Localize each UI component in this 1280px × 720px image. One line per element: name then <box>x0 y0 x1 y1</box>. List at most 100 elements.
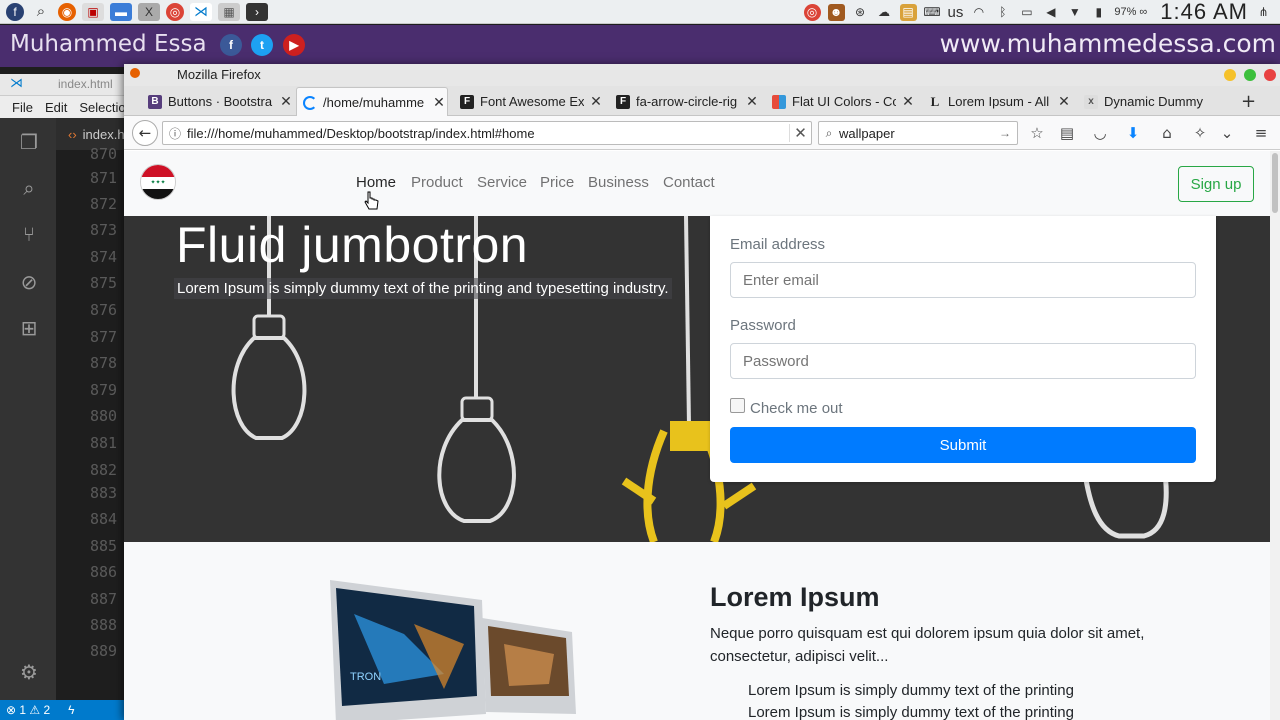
source-control-icon[interactable]: ⑂ <box>16 222 42 248</box>
battery-icon[interactable]: ▮ <box>1090 4 1107 21</box>
cloud-tray-icon[interactable]: ☁ <box>876 4 893 21</box>
nav-business[interactable]: Business <box>588 174 649 191</box>
close-icon[interactable]: ✕ <box>900 93 916 110</box>
search-icon[interactable]: ⌕ <box>30 3 52 21</box>
chevron-down-icon[interactable]: ⌄ <box>1217 124 1237 144</box>
firefox-launcher-icon[interactable]: ◉ <box>58 2 76 21</box>
clock[interactable]: 1:46 AM <box>1160 0 1248 25</box>
line-number: 877 <box>90 328 118 346</box>
scrollbar-thumb[interactable] <box>1272 153 1278 213</box>
media-player-icon[interactable]: ▣ <box>82 2 104 21</box>
close-button[interactable] <box>1264 69 1276 81</box>
nav-service[interactable]: Service <box>477 174 527 191</box>
stop-icon[interactable]: ✕ <box>789 124 811 142</box>
volume-icon[interactable]: ◀ <box>1042 4 1059 21</box>
line-number: 871 <box>90 169 118 187</box>
check-me-out-checkbox[interactable] <box>730 398 745 413</box>
tab-fa-arrow[interactable]: F fa-arrow-circle-rig ✕ <box>610 87 760 116</box>
lorem-favicon-icon: L <box>930 93 940 109</box>
minimize-button[interactable] <box>1224 69 1236 81</box>
clipboard-icon[interactable]: ▭ <box>1018 4 1035 21</box>
update-tray-icon[interactable]: ⊛ <box>852 4 869 21</box>
package-tray-icon[interactable]: ▤ <box>899 3 917 21</box>
tab-bootstrap-buttons[interactable]: B Buttons · Bootstra ✕ <box>142 87 294 116</box>
submit-button[interactable]: Submit <box>730 427 1196 463</box>
vscode-window-title: index.html <box>58 77 113 91</box>
search-icon: ⌕ <box>825 125 833 140</box>
chevron-down-icon[interactable]: ▼ <box>1066 4 1083 21</box>
explorer-icon[interactable]: ❐ <box>16 130 42 156</box>
check-me-out-label[interactable]: Check me out <box>750 400 843 417</box>
close-icon[interactable]: ✕ <box>431 94 447 111</box>
fedora-icon[interactable]: f <box>6 2 24 21</box>
home-icon[interactable]: ⌂ <box>1157 124 1177 144</box>
page-scrollbar[interactable] <box>1270 151 1280 720</box>
url-text[interactable]: file:///home/muhammed/Desktop/bootstrap/… <box>187 126 789 141</box>
tab-font-awesome[interactable]: F Font Awesome Ex ✕ <box>454 87 604 116</box>
site-navbar: ✦✦✦ Home Product Service Price Business … <box>124 151 1270 216</box>
power-icon[interactable]: ⋔ <box>1255 4 1272 21</box>
sign-up-button[interactable]: Sign up <box>1178 166 1254 202</box>
files-icon[interactable]: ▬ <box>110 2 132 21</box>
nav-home[interactable]: Home <box>356 174 396 191</box>
battery-percent: 97% ∞ <box>1114 6 1148 18</box>
info-icon[interactable]: ⓘ <box>163 125 187 142</box>
bluetooth-icon[interactable]: ᛒ <box>994 4 1011 21</box>
url-bar[interactable]: ⓘ file:///home/muhammed/Desktop/bootstra… <box>162 121 812 145</box>
search-icon[interactable]: ⌕ <box>16 176 42 202</box>
tab-lorem-ipsum[interactable]: L Lorem Ipsum - All ✕ <box>922 87 1072 116</box>
search-bar[interactable]: ⌕ wallpaper → <box>818 121 1018 145</box>
line-number: 882 <box>90 461 118 479</box>
debug-icon[interactable]: ⊘ <box>16 270 42 296</box>
download-icon[interactable]: ⬇ <box>1123 124 1143 144</box>
tab-flat-ui-colors[interactable]: Flat UI Colors - Col ✕ <box>766 87 916 116</box>
chrome-tray-icon[interactable]: ◎ <box>803 3 821 21</box>
new-tab-button[interactable]: + <box>1241 91 1256 112</box>
hamburger-menu-icon[interactable]: ≡ <box>1251 124 1271 144</box>
keyboard-layout[interactable]: us <box>948 4 964 21</box>
menu-edit[interactable]: Edit <box>45 100 67 115</box>
menu-selection[interactable]: Selectio <box>79 100 125 115</box>
vscode-launcher-icon[interactable]: ⋊ <box>190 2 212 21</box>
extension-icon[interactable]: ✧ <box>1190 124 1210 144</box>
maximize-button[interactable] <box>1244 69 1256 81</box>
line-number: 885 <box>90 537 118 555</box>
pocket-icon[interactable]: ◡ <box>1090 124 1110 144</box>
close-icon[interactable]: ✕ <box>744 93 760 110</box>
extensions-icon[interactable]: ⊞ <box>16 316 42 342</box>
wifi-icon[interactable]: ◠ <box>970 4 987 21</box>
reading-list-icon[interactable]: ▤ <box>1057 124 1077 144</box>
line-number: 875 <box>90 274 118 292</box>
nav-contact[interactable]: Contact <box>663 174 715 191</box>
chrome-launcher-icon[interactable]: ◎ <box>166 2 184 21</box>
page-viewport: ✦✦✦ Home Product Service Price Business … <box>124 151 1270 720</box>
arrow-right-icon[interactable]: → <box>999 126 1017 140</box>
iraq-flag-logo[interactable]: ✦✦✦ <box>140 164 176 200</box>
bookmark-star-icon[interactable]: ☆ <box>1027 124 1047 144</box>
close-icon[interactable]: ✕ <box>588 93 604 110</box>
jumbotron-title: Fluid jumbotron <box>176 217 529 273</box>
back-button[interactable]: ← <box>132 120 158 146</box>
close-icon[interactable]: ✕ <box>1056 93 1072 110</box>
password-field[interactable] <box>730 343 1196 379</box>
lightning-icon[interactable]: ϟ <box>68 703 74 717</box>
email-field[interactable] <box>730 262 1196 298</box>
close-icon[interactable]: ✕ <box>278 93 294 110</box>
app-tray-icon[interactable]: ☻ <box>827 3 845 21</box>
firefox-logo-icon <box>130 68 140 78</box>
gear-icon[interactable]: ⚙ <box>16 660 42 686</box>
image-viewer-icon[interactable]: ▦ <box>218 2 240 21</box>
line-number: 888 <box>90 616 118 634</box>
nav-price[interactable]: Price <box>540 174 574 191</box>
tab-dynamic-dummy[interactable]: x Dynamic Dummy <box>1078 87 1228 116</box>
list-item: Lorem Ipsum is simply dummy text of the … <box>748 704 1074 720</box>
imac-product-image: TRON <box>330 580 576 720</box>
menu-file[interactable]: File <box>12 100 33 115</box>
search-text[interactable]: wallpaper <box>839 126 999 141</box>
xorg-icon[interactable]: X <box>138 2 160 21</box>
nav-product[interactable]: Product <box>411 174 463 191</box>
keyboard-tray-icon[interactable]: ⌨ <box>923 4 940 21</box>
tab-local-file[interactable]: /home/muhamme ✕ <box>296 87 448 117</box>
terminal-icon[interactable]: › <box>246 2 268 21</box>
problems-count[interactable]: ⊗ 1 ⚠ 2 <box>6 703 50 717</box>
